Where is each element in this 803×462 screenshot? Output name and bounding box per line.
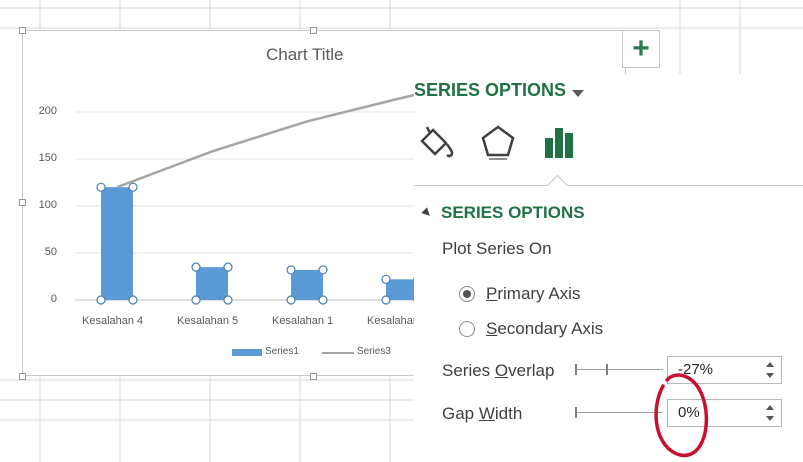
primary-axis-radio[interactable]	[459, 286, 475, 302]
tab-separator	[414, 185, 803, 186]
selection-handle[interactable]	[96, 182, 106, 192]
x-tick-label: Kesalahan 1	[272, 315, 334, 327]
gap-width-label: Gap Width	[442, 404, 523, 423]
selection-handle[interactable]	[381, 274, 391, 284]
series-overlap-slider-min	[575, 364, 577, 375]
x-tick-label: Kesalahan 4	[82, 315, 144, 327]
selection-handle[interactable]	[191, 295, 201, 305]
series-overlap-label: Series Overlap	[442, 361, 555, 380]
selection-handle[interactable]	[318, 295, 328, 305]
selection-handle[interactable]	[128, 295, 138, 305]
effects-pentagon-icon[interactable]	[478, 122, 518, 162]
chart-elements-button[interactable]: +	[622, 30, 660, 68]
secondary-axis-radio[interactable]	[459, 321, 475, 337]
series-overlap-slider-track[interactable]	[577, 369, 663, 370]
selection-handle[interactable]	[223, 295, 233, 305]
spin-down-icon[interactable]	[766, 373, 774, 378]
gap-width-slider-track[interactable]	[577, 412, 663, 413]
selection-handle[interactable]	[381, 295, 391, 305]
series-overlap-spinner[interactable]: -27%	[667, 356, 782, 384]
dropdown-caret-icon	[572, 90, 584, 97]
series-options-bars-icon[interactable]	[540, 122, 580, 162]
legend-swatch-series1	[232, 349, 262, 356]
spin-down-icon[interactable]	[766, 416, 774, 421]
plus-icon: +	[632, 32, 650, 65]
collapse-triangle-icon[interactable]	[421, 207, 433, 219]
selection-handle[interactable]	[191, 262, 201, 272]
gap-width-slider-thumb[interactable]	[575, 407, 577, 418]
selection-handle[interactable]	[286, 265, 296, 275]
gap-width-value[interactable]: 0%	[678, 404, 700, 421]
x-tick-label: Kesalahan 5	[177, 315, 239, 327]
bar-series1[interactable]	[291, 269, 323, 300]
selection-handle[interactable]	[128, 182, 138, 192]
selection-handle[interactable]	[96, 295, 106, 305]
plot-series-on-label: Plot Series On	[442, 239, 552, 258]
secondary-axis-label[interactable]: Secondary Axis	[486, 319, 603, 339]
legend-label-series1: Series1	[265, 346, 299, 357]
line-series3[interactable]	[116, 90, 431, 189]
selection-handle[interactable]	[286, 295, 296, 305]
bar-series1[interactable]	[196, 267, 228, 300]
selection-handle[interactable]	[223, 262, 233, 272]
bar-series1[interactable]	[101, 187, 133, 300]
active-tab-indicator	[546, 174, 569, 197]
selection-handle[interactable]	[318, 265, 328, 275]
gap-width-spinner[interactable]: 0%	[667, 399, 782, 427]
format-series-panel: SERIES OPTIONS SERIES OPTIONS Plot Serie…	[414, 74, 803, 462]
section-title[interactable]: SERIES OPTIONS	[441, 203, 585, 223]
series-overlap-slider-thumb[interactable]	[606, 364, 608, 375]
series-overlap-value[interactable]: -27%	[678, 361, 713, 378]
spin-up-icon[interactable]	[766, 362, 774, 367]
legend-swatch-series3	[322, 352, 354, 354]
x-tick-label: Kesalahan	[367, 315, 419, 327]
series-options-dropdown[interactable]: SERIES OPTIONS	[414, 80, 584, 101]
spin-up-icon[interactable]	[766, 405, 774, 410]
legend-label-series3: Series3	[357, 346, 391, 357]
primary-axis-label[interactable]: Primary Axis	[486, 284, 580, 304]
panel-header-label: SERIES OPTIONS	[414, 80, 567, 100]
fill-line-icon[interactable]	[416, 122, 456, 162]
